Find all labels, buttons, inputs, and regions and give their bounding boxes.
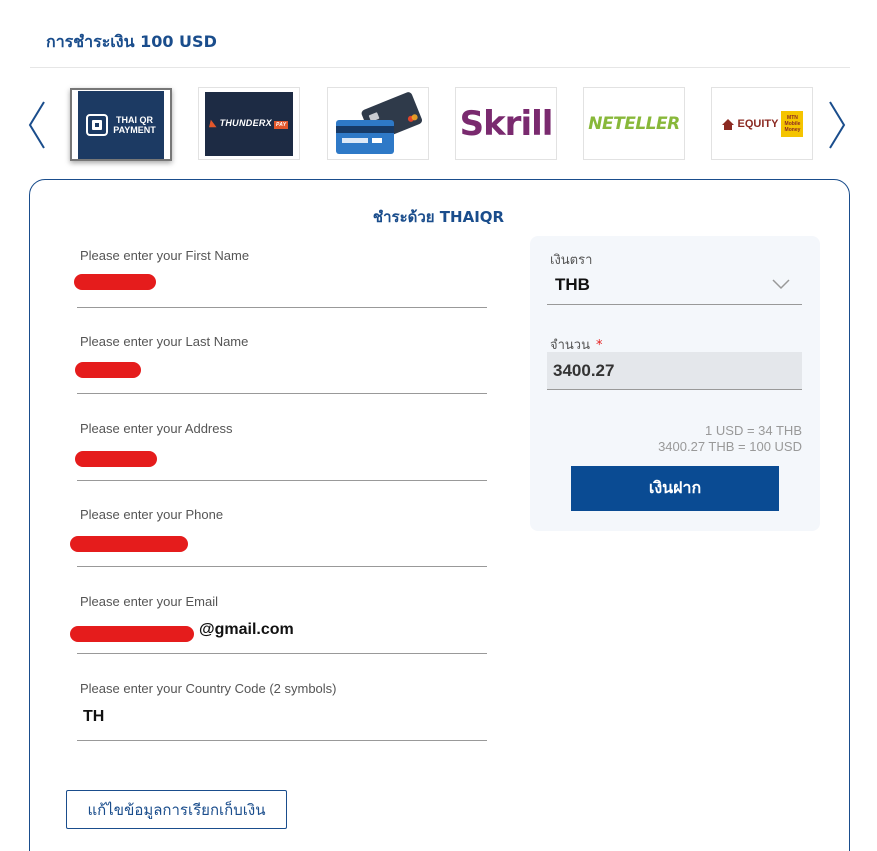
required-star: * (596, 338, 603, 353)
amount-label-text: จำนวน (550, 338, 590, 353)
thaiqr-logo-line-1: THAI QR (115, 114, 153, 125)
skrill-logo: Skrill (459, 103, 554, 144)
payment-method-thunderx[interactable]: ◣ THUNDERX PAY (198, 87, 300, 160)
payment-method-neteller[interactable]: NETELLER (583, 87, 685, 160)
last-name-field[interactable]: Please enter your Last Name (75, 334, 487, 394)
email-field[interactable]: Please enter your Email @gmail.com (70, 594, 487, 654)
equity-logo-text: EQUITY (737, 117, 779, 130)
exchange-rate-text: 1 USD = 34 THB (705, 423, 802, 438)
redaction-mark (70, 536, 188, 552)
redaction-mark (74, 274, 156, 290)
country-code-field[interactable]: Please enter your Country Code (2 symbol… (77, 681, 487, 741)
bank-card-icon (336, 91, 422, 154)
phone-field[interactable]: Please enter your Phone (70, 507, 487, 567)
form-title: ชำระด้วย THAIQR (372, 208, 505, 226)
redaction-mark (75, 451, 157, 467)
thunderx-logo: ◣ THUNDERX PAY (205, 91, 293, 156)
first-name-field[interactable]: Please enter your First Name (74, 248, 487, 308)
email-label: Please enter your Email (80, 594, 219, 609)
redaction-mark (70, 626, 194, 642)
redaction-mark (75, 362, 141, 378)
payment-method-thaiqr[interactable]: THAI QR PAYMENT (70, 88, 172, 161)
page-title: การชำระเงิน 100 USD (46, 32, 217, 51)
title-divider (30, 67, 850, 68)
house-icon (721, 118, 734, 130)
address-label: Please enter your Address (80, 421, 233, 436)
payment-method-bank-card[interactable] (327, 87, 429, 160)
qr-icon (86, 113, 109, 136)
payment-method-skrill[interactable]: Skrill (455, 87, 557, 160)
first-name-label: Please enter your First Name (80, 248, 250, 263)
currency-select[interactable]: THB (547, 266, 802, 305)
email-value: @gmail.com (199, 621, 294, 638)
neteller-logo: NETELLER (588, 113, 680, 134)
thaiqr-logo: THAI QR PAYMENT (78, 90, 164, 159)
carousel-prev-icon[interactable] (26, 100, 48, 150)
mtn-badge: MTN Mobile Money (781, 110, 804, 137)
country-code-label: Please enter your Country Code (2 symbol… (80, 681, 337, 696)
thaiqr-logo-line-2: PAYMENT (113, 124, 156, 135)
equity-logo: EQUITY MTN Mobile Money (721, 110, 804, 137)
payment-method-equity[interactable]: EQUITY MTN Mobile Money (711, 87, 813, 160)
converted-amount-text: 3400.27 THB = 100 USD (658, 439, 802, 454)
deposit-button[interactable]: เงินฝาก (571, 466, 779, 511)
thunderx-logo-tag: PAY (273, 121, 289, 129)
edit-billing-button[interactable]: แก้ไขข้อมูลการเรียกเก็บเงิน (66, 790, 287, 829)
chevron-down-icon (772, 279, 790, 290)
amount-input[interactable] (547, 352, 802, 390)
currency-value: THB (555, 275, 590, 294)
last-name-label: Please enter your Last Name (80, 334, 249, 349)
phone-label: Please enter your Phone (80, 507, 224, 522)
address-field[interactable]: Please enter your Address (75, 421, 487, 481)
carousel-next-icon[interactable] (826, 100, 848, 150)
thunderx-logo-text: THUNDERX (219, 118, 272, 128)
country-code-value: TH (83, 708, 105, 725)
